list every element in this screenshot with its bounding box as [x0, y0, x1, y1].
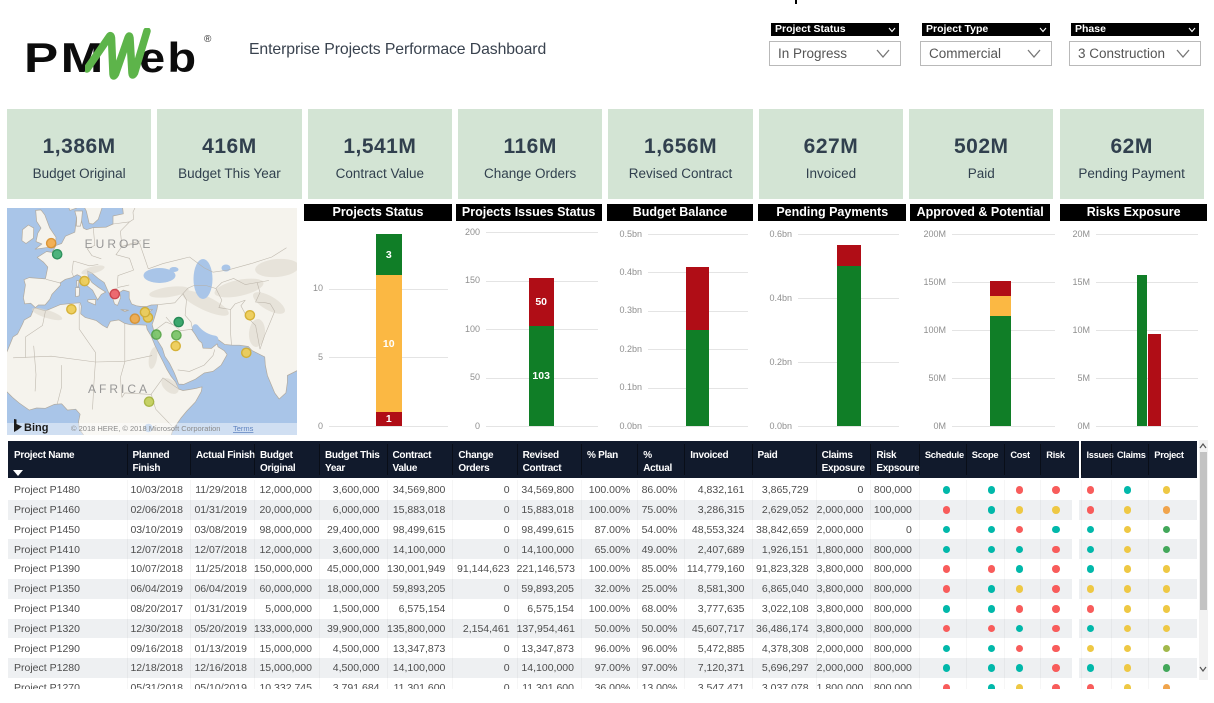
svg-text:EUROPE: EUROPE	[85, 237, 154, 251]
svg-text:© 2018 HERE, © 2018 Microsoft: © 2018 HERE, © 2018 Microsoft Corporatio…	[71, 424, 220, 433]
svg-text:Bing: Bing	[24, 422, 48, 434]
svg-text:AFRICA: AFRICA	[88, 382, 150, 396]
svg-text:Terms: Terms	[233, 424, 254, 433]
